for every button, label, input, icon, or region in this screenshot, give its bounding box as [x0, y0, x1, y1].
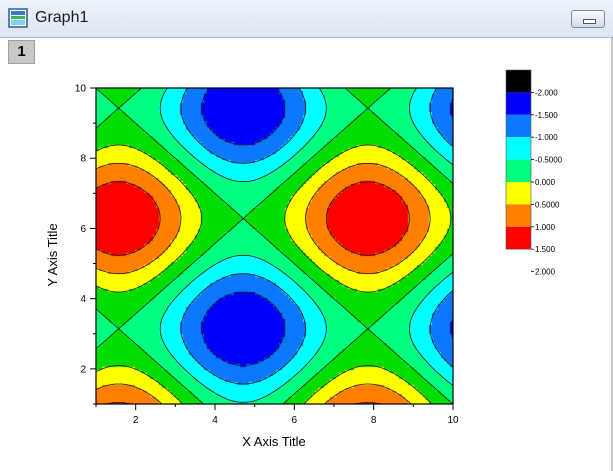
color-swatch — [506, 137, 531, 160]
colorbar-label: 1.000 — [535, 223, 556, 232]
y-tick-label: 8 — [80, 154, 86, 165]
y-tick-label: 4 — [80, 294, 86, 305]
contour-plot-area — [95, 87, 454, 405]
x-tick-label: 8 — [371, 415, 377, 426]
color-swatch — [506, 204, 531, 227]
colorbar-label: 2.000 — [535, 268, 556, 277]
color-scale-legend: -2.000 -1.500 -1.000 -0.5000 0.000 0.5000 1.00… — [505, 69, 563, 277]
color-swatch — [506, 159, 531, 182]
y-axis-title: Y Axis Title — [45, 223, 60, 286]
contour-chart: 2 4 6 8 10 2 4 6 8 10 X Axis Title Y Axis Title -2.… — [45, 69, 563, 449]
colorbar-label: -1.500 — [535, 111, 558, 120]
color-swatch — [506, 182, 531, 205]
colorbar-label: 1.500 — [535, 245, 556, 254]
color-swatch — [506, 70, 531, 93]
colorbar-label: -1.000 — [535, 133, 558, 142]
x-axis-title: X Axis Title — [242, 434, 306, 449]
y-tick-label: 10 — [75, 84, 87, 95]
x-tick-label: 2 — [133, 415, 139, 426]
colorbar-label: 0.5000 — [535, 200, 560, 209]
color-swatch — [506, 92, 531, 115]
color-swatch — [506, 114, 531, 138]
y-tick-label: 2 — [80, 364, 86, 375]
color-swatch — [506, 226, 531, 250]
x-tick-label: 4 — [212, 415, 218, 426]
colorbar-label: -0.5000 — [535, 156, 563, 165]
colorbar-label: -2.000 — [535, 88, 558, 97]
x-tick-label: 6 — [292, 415, 298, 426]
colorbar-label: 0.000 — [535, 178, 556, 187]
y-tick-label: 6 — [80, 224, 86, 235]
x-tick-label: 10 — [447, 415, 459, 426]
